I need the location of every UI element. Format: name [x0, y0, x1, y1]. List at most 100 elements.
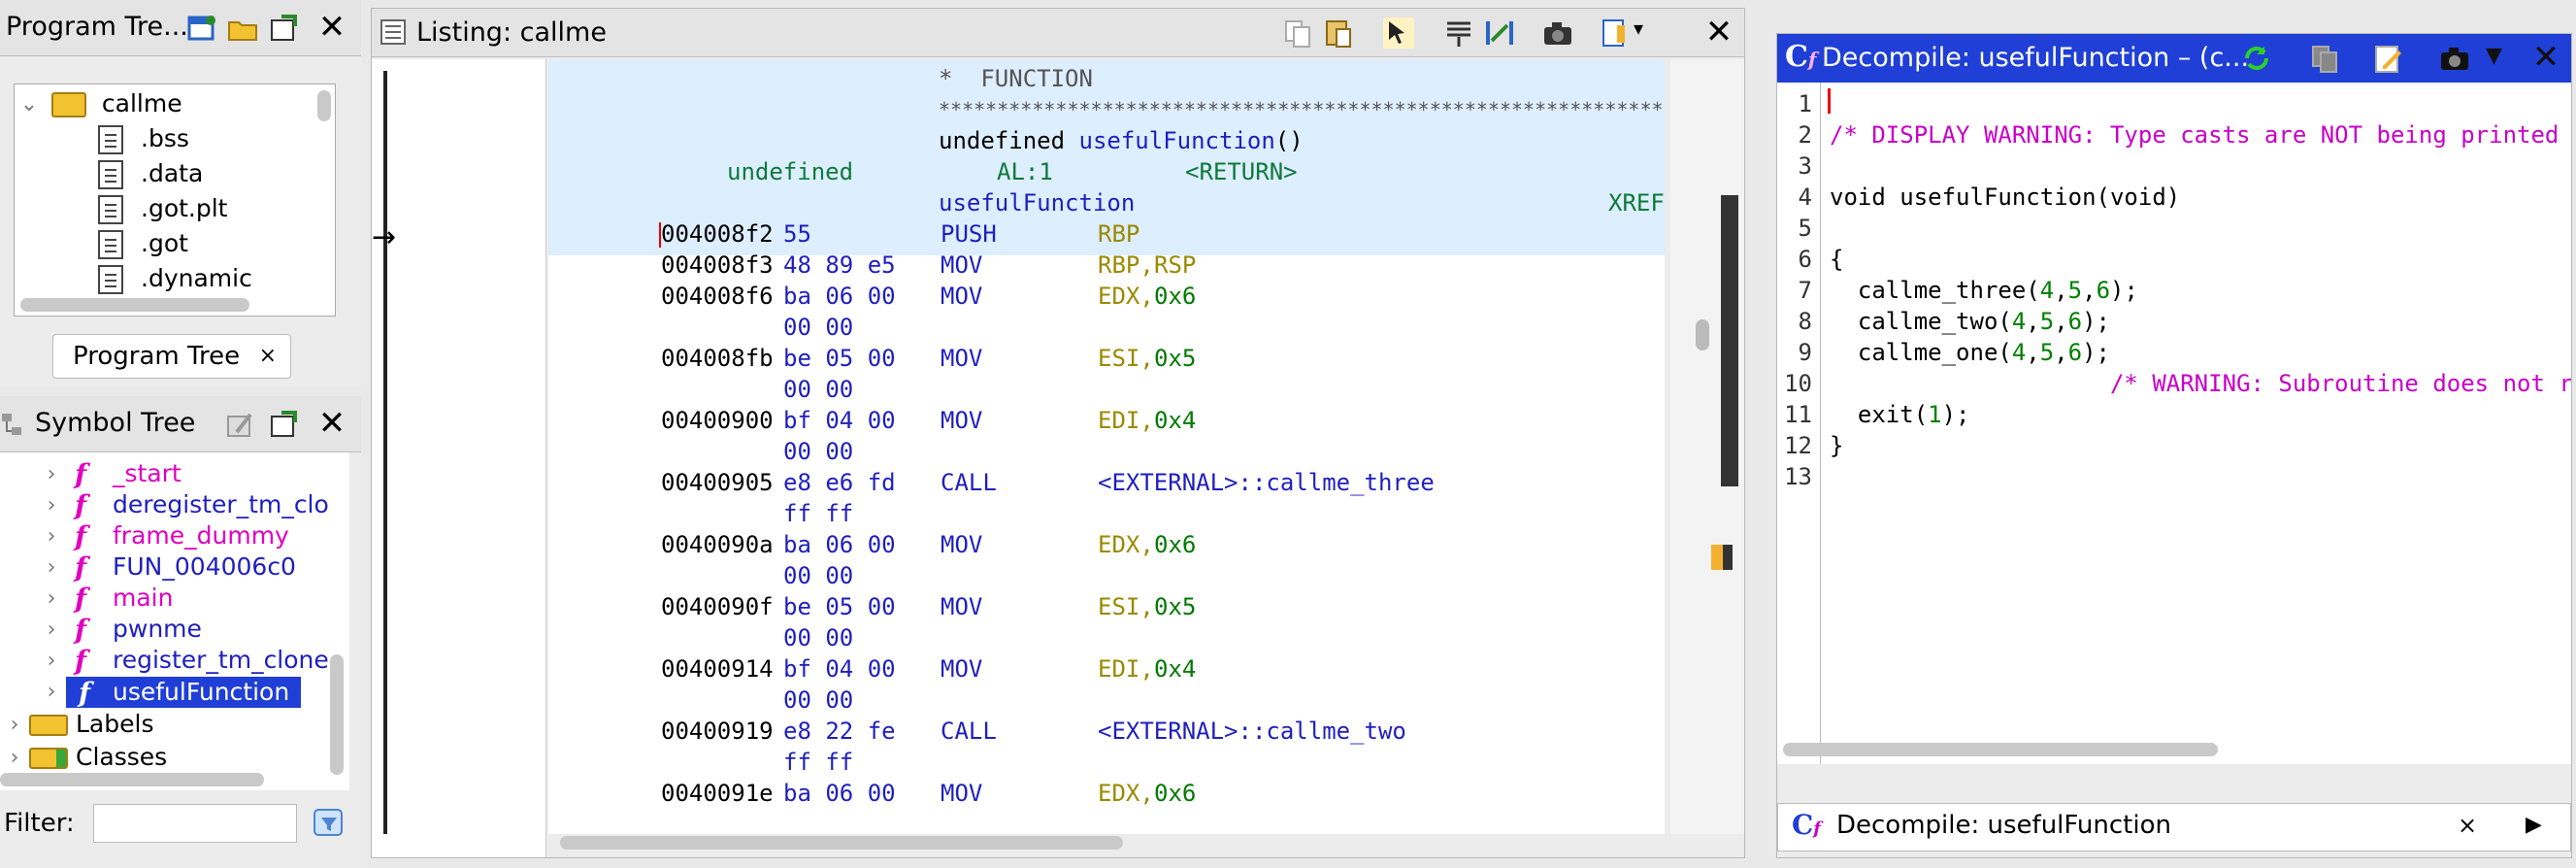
- decompile-line[interactable]: 3: [1777, 150, 1830, 182]
- decompile-line[interactable]: 7 callme_three(4,5,6);: [1777, 275, 2138, 306]
- instruction-row[interactable]: 00400919 e8 22 fe CALL <EXTERNAL>::callme_t…: [548, 716, 1665, 747]
- instruction-address[interactable]: 0040090f: [661, 591, 774, 622]
- code-text[interactable]: /* WARNING: Subroutine does not return *…: [1830, 370, 2571, 397]
- new-tree-icon[interactable]: [186, 13, 217, 44]
- paste-icon[interactable]: [1323, 17, 1354, 49]
- open-folder-icon[interactable]: [227, 13, 258, 44]
- symbol-item-start[interactable]: › f _start: [37, 456, 182, 491]
- code-text[interactable]: callme_one(4,5,6);: [1830, 339, 2110, 366]
- export-icon[interactable]: [268, 13, 299, 44]
- xref-label[interactable]: XREF[2]: [1608, 187, 1665, 218]
- instruction-operand-register[interactable]: EDI,: [1098, 405, 1154, 436]
- filter-input[interactable]: [93, 804, 297, 843]
- decompile-line[interactable]: 4 void usefulFunction(void): [1777, 182, 2181, 213]
- instruction-row[interactable]: 0040091e ba 06 00 MOV EDX, 0x6: [548, 778, 1665, 809]
- instruction-operand-target[interactable]: <EXTERNAL>::callme_two: [1098, 716, 1406, 747]
- decompile-close-button[interactable]: ✕: [2526, 38, 2565, 77]
- code-text[interactable]: {: [1830, 246, 1843, 273]
- symbol-tree-hscroll[interactable]: [0, 773, 264, 786]
- instruction-operand-value[interactable]: 0x4: [1154, 405, 1196, 436]
- instruction-address[interactable]: 0040091e: [661, 778, 774, 809]
- instruction-operand-register[interactable]: EDX,: [1098, 281, 1154, 312]
- instruction-row[interactable]: 00400905 e8 e6 fd CALL <EXTERNAL>::callme_t…: [548, 467, 1665, 498]
- instruction-mnemonic[interactable]: CALL: [941, 716, 997, 747]
- code-text[interactable]: void usefulFunction(void): [1830, 184, 2180, 211]
- decompile-line[interactable]: 2 /* DISPLAY WARNING: Type casts are NOT …: [1777, 119, 2571, 150]
- instruction-address[interactable]: 004008f3: [661, 250, 774, 281]
- tree-item-got-plt[interactable]: .got.plt: [98, 191, 227, 226]
- instruction-address[interactable]: 004008f2: [661, 218, 774, 250]
- signature-name[interactable]: usefulFunction: [1079, 127, 1275, 154]
- code-text[interactable]: callme_three(4,5,6);: [1830, 277, 2138, 304]
- symbol-tree-vscroll[interactable]: [330, 654, 344, 775]
- vscroll-thumb[interactable]: [1696, 319, 1709, 351]
- code-text[interactable]: callme_two(4,5,6);: [1830, 308, 2110, 335]
- tree-root-callme[interactable]: ⌄ callme: [15, 86, 182, 121]
- instruction-row[interactable]: 004008f6 ba 06 00 MOV EDX, 0x6: [548, 281, 1665, 312]
- decompile-line[interactable]: 1: [1777, 88, 1830, 119]
- decompile-hscroll[interactable]: [1783, 743, 2218, 756]
- symbol-item-usefulfunction[interactable]: › f usefulFunction: [37, 674, 302, 709]
- symbol-item-pwnme[interactable]: › f pwnme: [37, 612, 202, 647]
- export-icon[interactable]: [268, 409, 299, 440]
- instruction-operand-value[interactable]: RSP: [1154, 250, 1196, 281]
- instruction-mnemonic[interactable]: MOV: [941, 405, 982, 436]
- instruction-address[interactable]: 00400905: [661, 467, 774, 498]
- chevron-down-icon[interactable]: ⌄: [15, 87, 44, 122]
- instruction-row[interactable]: 004008f3 48 89 e5 MOV RBP, RSP: [548, 250, 1665, 281]
- refresh-icon[interactable]: [2241, 43, 2272, 74]
- copy-icon[interactable]: [1282, 17, 1313, 49]
- instruction-mnemonic[interactable]: CALL: [941, 467, 997, 498]
- instruction-address[interactable]: 00400900: [661, 405, 774, 436]
- program-tree-tab[interactable]: Program Tree ×: [52, 334, 291, 379]
- field-layout-icon[interactable]: [1443, 17, 1474, 49]
- symbol-item-deregister[interactable]: › f deregister_tm_clo: [37, 487, 329, 522]
- instruction-operand-value[interactable]: 0x5: [1154, 343, 1196, 374]
- program-tree-vscroll[interactable]: [317, 90, 331, 121]
- code-text[interactable]: exit(1);: [1830, 401, 1970, 428]
- decompile-line[interactable]: 11 exit(1);: [1777, 399, 1970, 430]
- cursor-select-icon[interactable]: [1383, 17, 1414, 49]
- symbol-item-fun-004006c0[interactable]: › f FUN_004006c0: [37, 550, 296, 584]
- chevron-right-icon[interactable]: ›: [0, 708, 29, 743]
- instruction-operand-register[interactable]: RBP,: [1098, 250, 1154, 281]
- chevron-down-icon[interactable]: ▼: [2486, 44, 2502, 68]
- code-text[interactable]: }: [1830, 432, 1843, 459]
- listing-hscroll[interactable]: [560, 836, 1123, 850]
- instruction-mnemonic[interactable]: MOV: [941, 281, 982, 312]
- decompile-line[interactable]: 12}: [1777, 430, 1843, 461]
- instruction-operand-value[interactable]: 0x6: [1154, 778, 1196, 809]
- instruction-operand-register[interactable]: EDX,: [1098, 529, 1154, 560]
- instruction-mnemonic[interactable]: MOV: [941, 343, 982, 374]
- diff-view-icon[interactable]: [1484, 17, 1515, 49]
- instruction-row[interactable]: 0040090a ba 06 00 MOV EDX, 0x6: [548, 529, 1665, 560]
- code-text[interactable]: /* DISPLAY WARNING: Type casts are NOT b…: [1830, 121, 2571, 149]
- decompile-line[interactable]: 5: [1777, 213, 1830, 244]
- instruction-mnemonic[interactable]: PUSH: [941, 218, 997, 250]
- decompile-tab[interactable]: Cf Decompile: usefulFunction × ▶: [1777, 803, 2571, 851]
- listing-options-icon[interactable]: [1601, 17, 1632, 49]
- instruction-operand-register[interactable]: ESI,: [1098, 343, 1154, 374]
- instruction-address[interactable]: 004008f6: [661, 281, 774, 312]
- instruction-row[interactable]: 00400914 bf 04 00 MOV EDI, 0x4: [548, 653, 1665, 684]
- instruction-row[interactable]: 004008f2 55 PUSH RBP: [548, 218, 1665, 250]
- function-signature[interactable]: undefined usefulFunction(): [939, 125, 1304, 156]
- decompile-line[interactable]: 8 callme_two(4,5,6);: [1777, 306, 2110, 337]
- tree-item-dynamic[interactable]: .dynamic: [98, 261, 252, 296]
- decompile-line[interactable]: 13: [1777, 461, 1830, 492]
- instruction-row[interactable]: 00400900 bf 04 00 MOV EDI, 0x4: [548, 405, 1665, 436]
- snapshot-icon[interactable]: [2439, 43, 2470, 74]
- instruction-mnemonic[interactable]: MOV: [941, 529, 982, 560]
- decompile-line[interactable]: 9 callme_one(4,5,6);: [1777, 337, 2110, 368]
- instruction-operand-value[interactable]: 0x6: [1154, 281, 1196, 312]
- program-tree-tab-close[interactable]: ×: [259, 335, 277, 378]
- tree-item-got[interactable]: .got: [98, 226, 188, 261]
- program-tree-close-button[interactable]: ✕: [313, 8, 351, 47]
- instruction-mnemonic[interactable]: MOV: [941, 591, 982, 622]
- filter-options-icon[interactable]: [313, 806, 346, 839]
- instruction-mnemonic[interactable]: MOV: [941, 778, 982, 809]
- function-label-name[interactable]: usefulFunction: [939, 187, 1135, 218]
- program-tree-hscroll[interactable]: [20, 298, 249, 312]
- instruction-operand-register[interactable]: EDX,: [1098, 778, 1154, 809]
- instruction-operand-value[interactable]: 0x6: [1154, 529, 1196, 560]
